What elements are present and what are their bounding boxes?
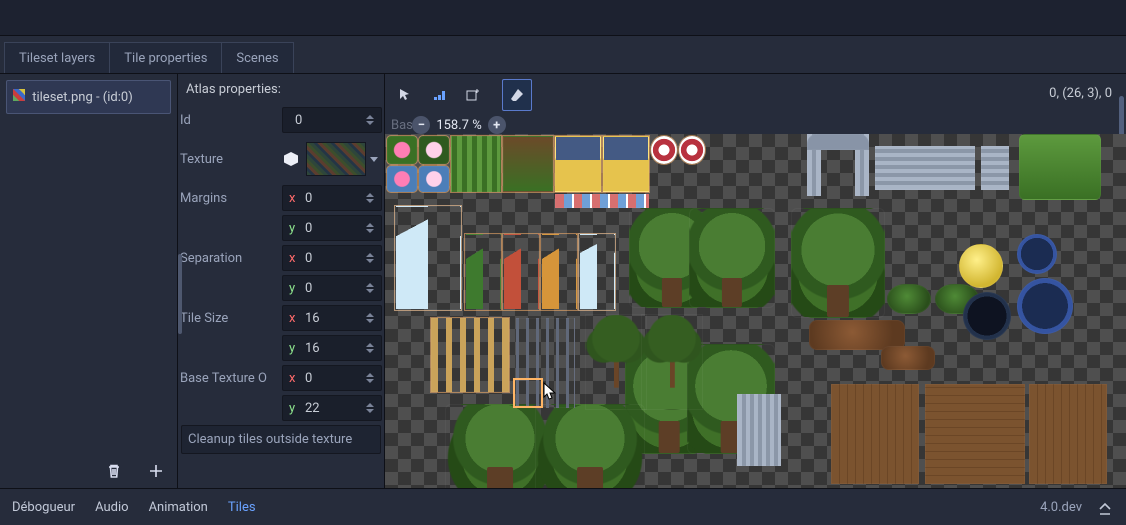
atlas-list-item[interactable]: tileset.png - (id:0) bbox=[6, 80, 171, 114]
footer-tab-debugger[interactable]: Débogueur bbox=[12, 500, 75, 515]
separation-x-field[interactable]: x0 bbox=[282, 245, 382, 271]
margins-x-field[interactable]: x 0 bbox=[282, 185, 382, 211]
bottom-panel-tabs: Débogueur Audio Animation Tiles 4.0.dev bbox=[0, 488, 1126, 525]
atlas-list-panel: tileset.png - (id:0) bbox=[0, 74, 178, 488]
spinner-icon[interactable] bbox=[365, 399, 375, 417]
chevron-down-icon[interactable] bbox=[370, 157, 378, 162]
resource-icon bbox=[284, 152, 298, 166]
axis-y-label: y bbox=[289, 221, 299, 236]
mouse-cursor-icon bbox=[543, 382, 557, 402]
spinner-icon[interactable] bbox=[365, 249, 375, 267]
add-atlas-button[interactable] bbox=[145, 460, 167, 482]
spinner-icon[interactable] bbox=[365, 279, 375, 297]
atlas-viewport[interactable]: 0, (26, 3), 0 Base 1 − 158.7 % + bbox=[385, 74, 1126, 488]
panel-title: Atlas properties: bbox=[178, 74, 384, 105]
spinner-icon[interactable] bbox=[365, 309, 375, 327]
axis-x-label: x bbox=[289, 191, 299, 206]
expand-panel-icon[interactable] bbox=[1096, 498, 1114, 516]
delete-atlas-button[interactable] bbox=[103, 460, 125, 482]
version-label: 4.0.dev bbox=[1040, 500, 1082, 515]
atlas-canvas[interactable] bbox=[385, 134, 1126, 488]
tab-scenes[interactable]: Scenes bbox=[222, 42, 293, 73]
baseoffset-x-field[interactable]: x0 bbox=[282, 365, 382, 391]
prop-id-field[interactable]: 0 bbox=[282, 107, 382, 133]
prop-texture-label: Texture bbox=[180, 152, 280, 167]
footer-tab-tiles[interactable]: Tiles bbox=[228, 500, 256, 515]
tilesize-y-field[interactable]: y16 bbox=[282, 335, 382, 361]
eraser-tool[interactable] bbox=[502, 79, 532, 111]
tileset-tabs: Tileset layers Tile properties Scenes bbox=[0, 36, 1126, 74]
title-bar bbox=[0, 0, 1126, 36]
prop-separation-label: Separation bbox=[180, 251, 280, 266]
prop-id-value: 0 bbox=[295, 113, 365, 128]
spinner-icon[interactable] bbox=[365, 189, 375, 207]
prop-tilesize-label: Tile Size bbox=[180, 311, 280, 326]
spinner-icon[interactable] bbox=[365, 111, 375, 129]
zoom-controls: Base 1 − 158.7 % + bbox=[391, 116, 506, 134]
footer-tab-audio[interactable]: Audio bbox=[95, 500, 128, 515]
zoom-value[interactable]: 158.7 % bbox=[436, 118, 481, 133]
tilesize-x-field[interactable]: x16 bbox=[282, 305, 382, 331]
spinner-icon[interactable] bbox=[365, 369, 375, 387]
spinner-icon[interactable] bbox=[365, 339, 375, 357]
prop-id-label: Id bbox=[180, 113, 280, 128]
atlas-item-label: tileset.png - (id:0) bbox=[32, 90, 133, 105]
separation-y-field[interactable]: y0 bbox=[282, 275, 382, 301]
footer-tab-animation[interactable]: Animation bbox=[149, 500, 208, 515]
baseoffset-y-field[interactable]: y22 bbox=[282, 395, 382, 421]
prop-baseoffset-label: Base Texture O bbox=[180, 371, 280, 386]
tab-tileset-layers[interactable]: Tileset layers bbox=[4, 42, 110, 73]
viewport-toolbar bbox=[390, 79, 532, 111]
atlas-properties-panel: Atlas properties: Id 0 Texture Margins x… bbox=[178, 74, 385, 488]
setup-tiles-tool[interactable] bbox=[424, 79, 454, 111]
prop-margins-label: Margins bbox=[180, 191, 280, 206]
properties-scrollbar[interactable] bbox=[178, 254, 182, 334]
add-remove-tool[interactable] bbox=[458, 79, 488, 111]
select-tool[interactable] bbox=[390, 79, 420, 111]
cleanup-tiles-button[interactable]: Cleanup tiles outside texture bbox=[181, 425, 381, 454]
margins-y-field[interactable]: y 0 bbox=[282, 215, 382, 241]
zoom-in-button[interactable]: + bbox=[488, 116, 506, 134]
tileset-icon bbox=[13, 89, 25, 101]
cursor-coordinates: 0, (26, 3), 0 bbox=[1049, 86, 1112, 101]
texture-preview[interactable] bbox=[306, 142, 366, 176]
tab-tile-properties[interactable]: Tile properties bbox=[110, 42, 222, 73]
spinner-icon[interactable] bbox=[365, 219, 375, 237]
